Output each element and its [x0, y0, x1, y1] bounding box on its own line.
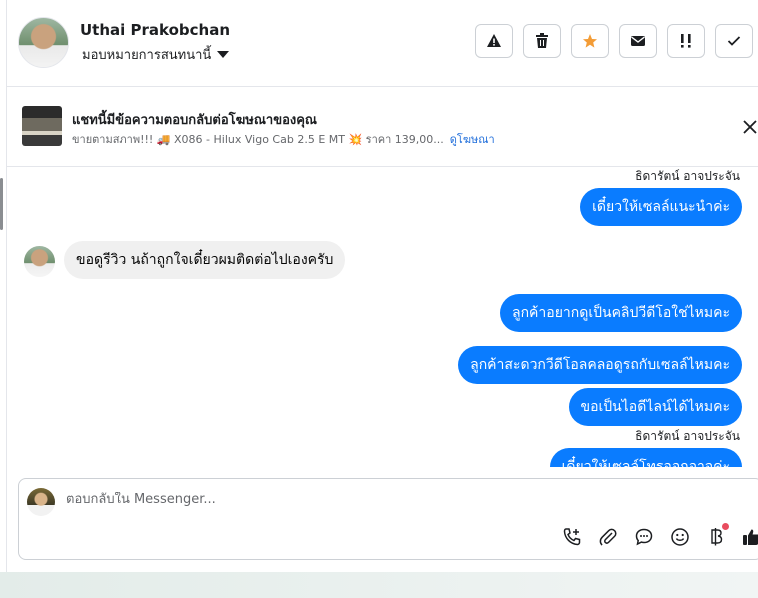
saved-replies-button[interactable]: [633, 526, 655, 548]
check-icon: [727, 36, 741, 46]
left-panel-edge: [0, 0, 7, 572]
mark-done-button[interactable]: [715, 24, 753, 58]
priority-button[interactable]: [667, 24, 705, 58]
star-button[interactable]: [571, 24, 609, 58]
warning-icon: [487, 34, 501, 47]
reply-composer: [18, 478, 758, 560]
paperclip-icon: [599, 528, 617, 546]
sender-name: ธิดารัตน์ อาจประจัน: [635, 169, 740, 183]
star-icon: [583, 34, 597, 48]
contact-avatar[interactable]: [24, 246, 55, 277]
delete-button[interactable]: [523, 24, 561, 58]
user-avatar[interactable]: [18, 17, 69, 68]
spam-button[interactable]: [475, 24, 513, 58]
ad-subtitle: ขายตามสภาพ!!! 🚚 X086 - Hilux Vigo Cab 2.…: [72, 130, 495, 148]
header-divider: [7, 86, 758, 87]
assign-conversation-dropdown[interactable]: มอบหมายการสนทนานี้: [82, 44, 230, 65]
priority-icon: [681, 34, 691, 48]
notification-dot: [722, 523, 729, 530]
ad-description: ขายตามสภาพ!!! 🚚 X086 - Hilux Vigo Cab 2.…: [72, 133, 444, 146]
page-avatar: [27, 488, 55, 516]
user-name[interactable]: Uthai Prakobchan: [80, 21, 230, 39]
ad-notice-title: แชทนี้มีข้อความตอบกลับต่อโฆษณาของคุณ: [72, 113, 317, 128]
like-button[interactable]: [741, 526, 758, 548]
envelope-icon: [631, 36, 645, 46]
baht-icon: [711, 528, 723, 546]
incoming-message[interactable]: ขอดูรีวิว นถ้าถูกใจเดี๋ยวผมติดต่อไปเองคร…: [64, 241, 346, 279]
phone-plus-icon: [563, 528, 581, 546]
outgoing-message[interactable]: ลูกค้าอยากดูเป็นคลิปวีดีโอใช่ไหมคะ: [500, 294, 742, 332]
ad-thumbnail[interactable]: [22, 106, 62, 146]
mark-unread-button[interactable]: [619, 24, 657, 58]
view-ad-link[interactable]: ดูโฆษณา: [450, 133, 495, 146]
sender-name: ธิดารัตน์ อาจประจัน: [635, 429, 740, 443]
trash-icon: [536, 33, 548, 48]
outgoing-message[interactable]: ลูกค้าสะดวกวีดีโอลคลอดูรถกับเซลล์ไหมคะ: [458, 346, 742, 384]
emoji-button[interactable]: [669, 526, 691, 548]
outgoing-message[interactable]: เดี๋ยวให้เซลล์โทรออกอาจค่ะ: [549, 448, 742, 467]
smiley-icon: [671, 528, 689, 546]
conversation-header: Uthai Prakobchan มอบหมายการสนทนานี้: [7, 0, 758, 86]
bottom-bar: [0, 572, 758, 598]
attach-button[interactable]: [597, 526, 619, 548]
reply-input[interactable]: [66, 492, 666, 507]
assign-label: มอบหมายการสนทนานี้: [82, 48, 212, 63]
caret-down-icon: [217, 51, 230, 58]
call-button[interactable]: [561, 526, 583, 548]
thumbs-up-icon: [743, 529, 758, 545]
left-scrollbar[interactable]: [0, 178, 3, 230]
message-thread[interactable]: ธิดารัตน์ อาจประจัน เดี๋ยวให้เซลล์แนะนำค…: [7, 167, 758, 467]
outgoing-message[interactable]: เดี๋ยวให้เซลล์แนะนำค่ะ: [580, 188, 742, 226]
payment-button[interactable]: [705, 523, 729, 548]
close-icon[interactable]: [741, 118, 758, 136]
chat-bubble-icon: [635, 528, 653, 546]
outgoing-message[interactable]: ขอเป็นไอดีไลน์ได้ไหมคะ: [568, 388, 742, 426]
